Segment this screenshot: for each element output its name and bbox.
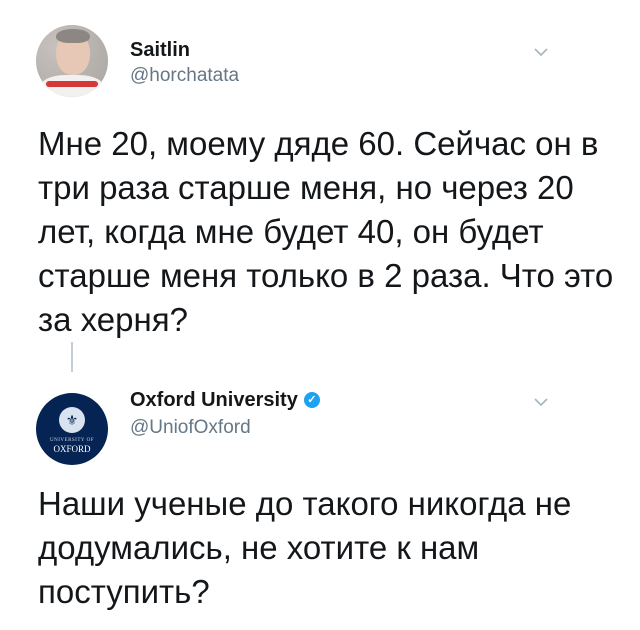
oxford-crest-icon: ⚜ bbox=[59, 407, 85, 433]
author-handle[interactable]: @UniofOxford bbox=[130, 416, 251, 440]
chevron-down-icon-svg bbox=[534, 48, 548, 57]
avatar-shirt-stripe bbox=[46, 81, 98, 87]
tweet-text: Мне 20, моему дяде 60. Сейчас он в три р… bbox=[38, 125, 614, 338]
avatar-logo-small-text: UNIVERSITY OF bbox=[50, 438, 94, 443]
avatar[interactable]: ⚜ UNIVERSITY OF OXFORD bbox=[36, 393, 108, 465]
avatar-hair bbox=[56, 29, 90, 43]
author-handle[interactable]: @horchatata bbox=[130, 64, 239, 88]
chevron-down-icon-svg bbox=[534, 398, 548, 407]
tweet-text: Наши ученые до такого никогда не додумал… bbox=[38, 485, 572, 610]
tweet-saitlin: Saitlin @horchatata Мне 20, моему дяде 6… bbox=[0, 0, 640, 345]
chevron-down-icon[interactable] bbox=[532, 393, 550, 411]
avatar-logo-big-text: OXFORD bbox=[53, 444, 91, 454]
author-name[interactable]: Saitlin bbox=[130, 38, 190, 62]
author-name[interactable]: Oxford University bbox=[130, 388, 298, 412]
chevron-down-icon[interactable] bbox=[532, 43, 550, 61]
verified-badge-icon: ✓ bbox=[303, 392, 320, 408]
avatar[interactable] bbox=[36, 25, 108, 97]
author-name-row: Oxford University ✓ bbox=[130, 388, 320, 412]
